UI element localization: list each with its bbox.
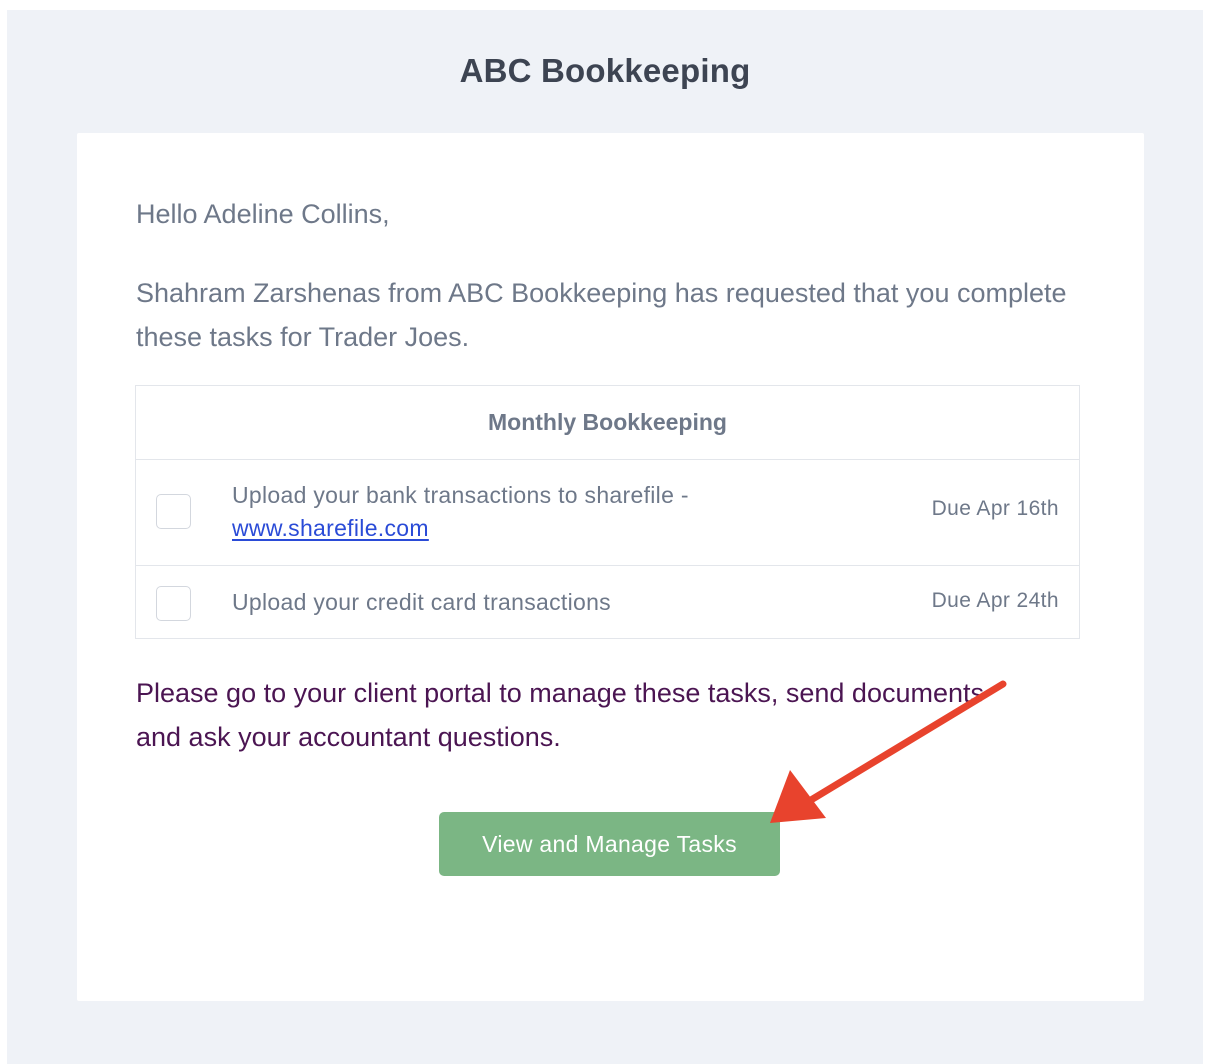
email-page: ABC Bookkeeping Hello Adeline Collins, S… — [7, 10, 1203, 1064]
portal-instructions: Please go to your client portal to manag… — [136, 678, 984, 752]
task-text: Upload your credit card transactions — [232, 586, 611, 619]
email-card: Hello Adeline Collins, Shahram Zarshenas… — [77, 133, 1144, 1001]
task-description: Upload your bank transactions to sharefi… — [232, 482, 689, 508]
task-checkbox[interactable] — [156, 586, 191, 621]
view-manage-tasks-button[interactable]: View and Manage Tasks — [439, 812, 780, 876]
intro-text: Shahram Zarshenas from ABC Bookkeeping h… — [136, 278, 1067, 352]
task-description: Upload your credit card transactions — [232, 589, 611, 615]
task-due-date: Due Apr 24th — [931, 589, 1059, 612]
task-text: Upload your bank transactions to sharefi… — [232, 479, 689, 545]
task-table: Monthly Bookkeeping Upload your bank tra… — [135, 385, 1080, 639]
sharefile-link[interactable]: www.sharefile.com — [232, 512, 429, 545]
task-checkbox[interactable] — [156, 494, 191, 529]
brand-title: ABC Bookkeeping — [459, 52, 751, 89]
greeting-text: Hello Adeline Collins, — [136, 199, 390, 229]
task-due-date: Due Apr 16th — [931, 497, 1059, 520]
task-table-title: Monthly Bookkeeping — [136, 386, 1079, 460]
task-row: Upload your credit card transactions Due… — [136, 566, 1079, 639]
task-row: Upload your bank transactions to sharefi… — [136, 460, 1079, 566]
